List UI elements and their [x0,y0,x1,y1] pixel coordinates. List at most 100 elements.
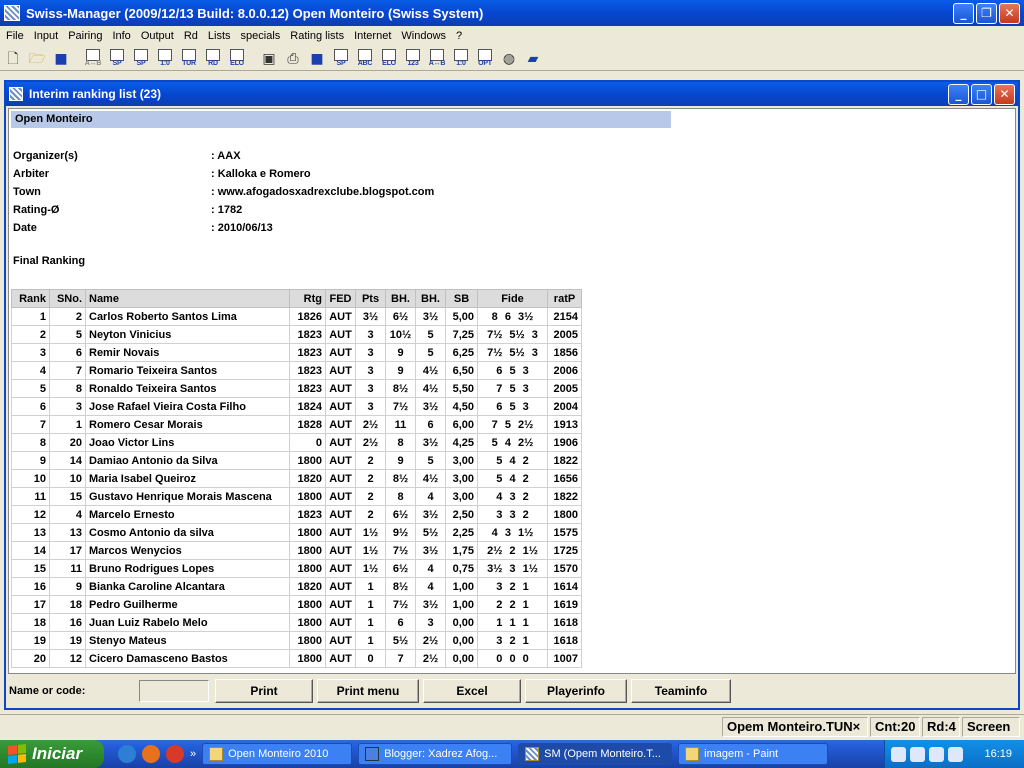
table-cell: 1822 [547,487,582,506]
result-toolbar-button[interactable]: 1:0 [154,47,176,69]
table-cell: 0,00 [445,649,478,668]
table-cell: AUT [325,361,356,380]
window-icon[interactable]: ▣ [258,47,280,69]
task-paint[interactable]: imagem - Paint [678,743,829,765]
title-bar[interactable]: Swiss-Manager (2009/12/13 Build: 8.0.0.1… [0,0,1024,26]
table-row[interactable]: 17 18 Pedro Guilherme 1800 AUT 1 7½ 3½ 1,00 2 2 1… [11,595,582,614]
table-row[interactable]: 2 5 Neyton Vinicius 1823 AUT 3 10½ 5 7,25 7½ 5½ 3… [11,325,582,344]
menu-rating-lists[interactable]: Rating lists [286,30,350,42]
volume-icon[interactable] [948,746,963,762]
chevron-icon[interactable]: » [190,748,196,760]
menu-specials[interactable]: specials [237,30,287,42]
globe-icon[interactable]: ◍ [498,47,520,69]
menu-pairing[interactable]: Pairing [64,30,108,42]
tur-toolbar-button[interactable]: TUR [178,47,200,69]
save-icon[interactable]: ■ [306,47,328,69]
tournament-info: Organizer(s): AAX Arbiter: Kalloka e Rom… [13,147,434,237]
teaminfo-button[interactable]: Teaminfo [631,679,731,703]
task-swiss-manager[interactable]: SM (Opem Monteiro.T... [518,743,673,765]
table-cell: AUT [325,415,356,434]
menu-info[interactable]: Info [108,30,136,42]
task-open-monteiro[interactable]: Open Monteiro 2010 [202,743,353,765]
table-row[interactable]: 8 20 Joao Victor Lins 0 AUT 2½ 8 3½ 4,25 5 4 2½ 19… [11,433,582,452]
child-title-bar[interactable]: Interim ranking list (23) _ □ ✕ [6,82,1018,106]
network-icon[interactable] [910,746,925,762]
table-row[interactable]: 3 6 Remir Novais 1823 AUT 3 9 5 6,25 7½ 5½ 3 1856 [11,343,582,362]
swap-toolbar-button[interactable]: A↔B [82,47,104,69]
table-row[interactable]: 9 14 Damiao Antonio da Silva 1800 AUT 2 9 5 3,00… [11,451,582,470]
result2-toolbar-button[interactable]: 1:0 [450,47,472,69]
minimize-button[interactable]: _ [953,2,974,24]
table-cell: 1823 [289,325,326,344]
sp2-toolbar-button[interactable]: SP [130,47,152,69]
table-row[interactable]: 20 12 Cicero Damasceno Bastos 1800 AUT 0 7 2½ 0,… [11,649,582,668]
table-row[interactable]: 16 9 Bianka Caroline Alcantara 1820 AUT 1 8½ 4 1… [11,577,582,596]
child-maximize-button[interactable]: □ [971,83,992,105]
firefox-icon[interactable] [142,745,160,763]
table-row[interactable]: 18 16 Juan Luiz Rabelo Melo 1800 AUT 1 6 3 0,00 1… [11,613,582,632]
table-cell: 3 2 1 [477,577,548,596]
elo-toolbar-button[interactable]: ELO [226,47,248,69]
table-cell: 0,00 [445,613,478,632]
rd-toolbar-button[interactable]: RD [202,47,224,69]
save-icon[interactable]: ■ [50,47,72,69]
book-icon[interactable]: ▰ [522,47,544,69]
menu-rd[interactable]: Rd [180,30,204,42]
table-cell: 0 [289,433,326,452]
table-cell: Cicero Damasceno Bastos [85,649,290,668]
table-cell: 4 [415,577,446,596]
playerinfo-button[interactable]: Playerinfo [525,679,627,703]
table-row[interactable]: 11 15 Gustavo Henrique Morais Mascena 1800 A… [11,487,582,506]
excel-button[interactable]: Excel [423,679,521,703]
table-row[interactable]: 4 7 Romario Teixeira Santos 1823 AUT 3 9 4½ 6,50… [11,361,582,380]
menu-input[interactable]: Input [30,30,64,42]
child-window-title: Interim ranking list (23) [29,87,162,101]
child-close-button[interactable]: ✕ [994,83,1015,105]
name-or-code-input[interactable] [139,680,209,702]
table-cell: 5 [415,325,446,344]
table-row[interactable]: 10 10 Maria Isabel Queiroz 1820 AUT 2 8½ 4½ 3,00… [11,469,582,488]
back-arrow-icon[interactable] [891,746,906,762]
table-cell: 6½ [385,559,416,578]
table-row[interactable]: 7 1 Romero Cesar Morais 1828 AUT 2½ 11 6 6,00 7 5… [11,415,582,434]
table-row[interactable]: 19 19 Stenyo Mateus 1800 AUT 1 5½ 2½ 0,00 3 2 1 16… [11,631,582,650]
sp-toolbar-button[interactable]: SP [106,47,128,69]
menu-internet[interactable]: Internet [350,30,397,42]
print-button[interactable]: Print [215,679,313,703]
num-sort-toolbar-button[interactable]: 123 [402,47,424,69]
table-cell: 1619 [547,595,582,614]
security-icon[interactable] [929,746,944,762]
task-blogger[interactable]: Blogger: Xadrez Afog... [358,743,513,765]
table-cell: 3½ [415,307,446,326]
menu-lists[interactable]: Lists [204,30,237,42]
restore-button[interactable]: ❐ [976,2,997,24]
table-row[interactable]: 5 8 Ronaldo Teixeira Santos 1823 AUT 3 8½ 4½ 5,5… [11,379,582,398]
abc-sort-toolbar-button[interactable]: ABC [354,47,376,69]
table-row[interactable]: 1 2 Carlos Roberto Santos Lima 1826 AUT 3½ 6½ 3… [11,307,582,326]
swap2-toolbar-button[interactable]: A↔B [426,47,448,69]
child-minimize-button[interactable]: _ [948,83,969,105]
print-icon[interactable]: ⎙ [282,47,304,69]
ie-icon[interactable] [118,745,136,763]
col-sb: SB [445,289,478,308]
elo-sort-toolbar-button[interactable]: ELO [378,47,400,69]
menu-output[interactable]: Output [137,30,180,42]
new-file-icon[interactable]: 🗋 [2,47,24,69]
table-row[interactable]: 15 11 Bruno Rodrigues Lopes 1800 AUT 1½ 6½ 4 0,7… [11,559,582,578]
table-row[interactable]: 6 3 Jose Rafael Vieira Costa Filho 1824 AUT 3… [11,397,582,416]
table-cell: AUT [325,613,356,632]
open-folder-icon[interactable]: 🗁 [26,47,48,69]
table-row[interactable]: 12 4 Marcelo Ernesto 1823 AUT 2 6½ 3½ 2,50 3 3 21… [11,505,582,524]
print-menu-button[interactable]: Print menu [317,679,419,703]
status-round: Rd:4 [922,716,960,737]
menu-help[interactable]: ? [452,30,468,42]
menu-windows[interactable]: Windows [397,30,452,42]
menu-file[interactable]: File [2,30,30,42]
opt-toolbar-button[interactable]: OPT [474,47,496,69]
table-row[interactable]: 14 17 Marcos Wenycios 1800 AUT 1½ 7½ 3½ 1,75 2½ 2… [11,541,582,560]
close-button[interactable]: ✕ [999,2,1020,24]
opera-icon[interactable] [166,745,184,763]
sp3-toolbar-button[interactable]: SP [330,47,352,69]
table-row[interactable]: 13 13 Cosmo Antonio da silva 1800 AUT 1½ 9½ 5½ 2… [11,523,582,542]
start-button[interactable]: Iniciar [0,740,104,768]
